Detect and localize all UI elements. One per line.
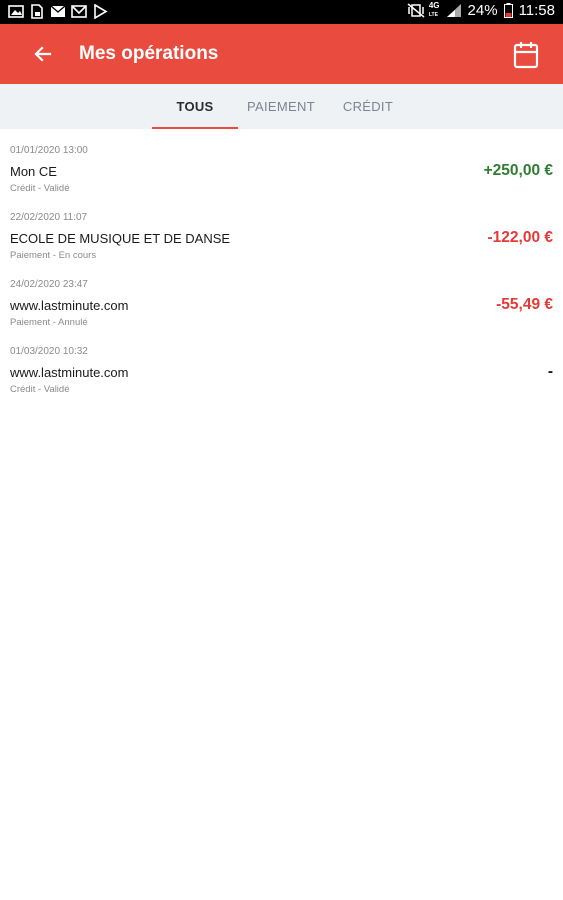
transaction-name: www.lastminute.com [10, 365, 129, 380]
transaction-status: Paiement - En cours [10, 250, 97, 261]
battery-percent: 24% [467, 2, 498, 19]
app-bar: Mes opérations [0, 24, 563, 84]
clock: 11:58 [518, 2, 555, 19]
transaction-list: 01/01/2020 13:00 Mon CE Crédit - Validé … [0, 129, 563, 397]
mail-icon [50, 4, 66, 19]
gallery-icon [8, 4, 24, 19]
transaction-status: Paiement - Annulé [10, 317, 88, 328]
transaction-date: 01/01/2020 13:00 [10, 145, 88, 156]
transaction-row[interactable]: 01/03/2020 10:32 www.lastminute.com Créd… [0, 330, 563, 397]
transaction-date: 01/03/2020 10:32 [10, 346, 88, 357]
signal-icon [446, 3, 462, 18]
vibrate-icon [407, 3, 425, 18]
transaction-status: Crédit - Validé [10, 384, 70, 395]
calendar-button[interactable] [511, 40, 541, 70]
transaction-amount: +250,00 € [483, 162, 553, 179]
play-store-icon [92, 3, 108, 20]
transaction-date: 24/02/2020 23:47 [10, 279, 88, 290]
status-bar: 4G LTE 24% 11:58 [0, 0, 563, 24]
transaction-row[interactable]: 22/02/2020 11:07 ECOLE DE MUSIQUE ET DE … [0, 196, 563, 263]
page-title: Mes opérations [79, 43, 219, 64]
transaction-name: www.lastminute.com [10, 298, 129, 313]
network-label: 4G [428, 1, 440, 10]
transaction-name: ECOLE DE MUSIQUE ET DE DANSE [10, 231, 231, 246]
battery-icon [503, 3, 513, 18]
transaction-row[interactable]: 01/01/2020 13:00 Mon CE Crédit - Validé … [0, 129, 563, 196]
notification-icons [8, 3, 108, 20]
transaction-amount: -122,00 € [487, 229, 554, 246]
tab-paiement[interactable]: PAIEMENT [238, 84, 324, 129]
network-sub-label: LTE [428, 12, 438, 18]
gmail-icon [71, 4, 87, 19]
arrow-left-icon [34, 46, 52, 62]
transaction-status: Crédit - Validé [10, 183, 70, 194]
calendar-icon [513, 42, 539, 69]
system-status: 4G LTE 24% 11:58 [407, 2, 555, 19]
tab-credit[interactable]: CRÉDIT [324, 84, 412, 129]
transaction-amount: - [547, 363, 553, 380]
tab-bar: TOUS PAIEMENT CRÉDIT [0, 84, 563, 129]
transaction-date: 22/02/2020 11:07 [10, 212, 88, 223]
transaction-amount: -55,49 € [496, 296, 553, 313]
sim-icon [29, 4, 45, 19]
network-type: 4G LTE [429, 2, 440, 19]
transaction-row[interactable]: 24/02/2020 23:47 www.lastminute.com Paie… [0, 263, 563, 330]
back-button[interactable] [28, 39, 58, 69]
tab-tous[interactable]: TOUS [152, 84, 238, 129]
transaction-name: Mon CE [10, 164, 57, 179]
